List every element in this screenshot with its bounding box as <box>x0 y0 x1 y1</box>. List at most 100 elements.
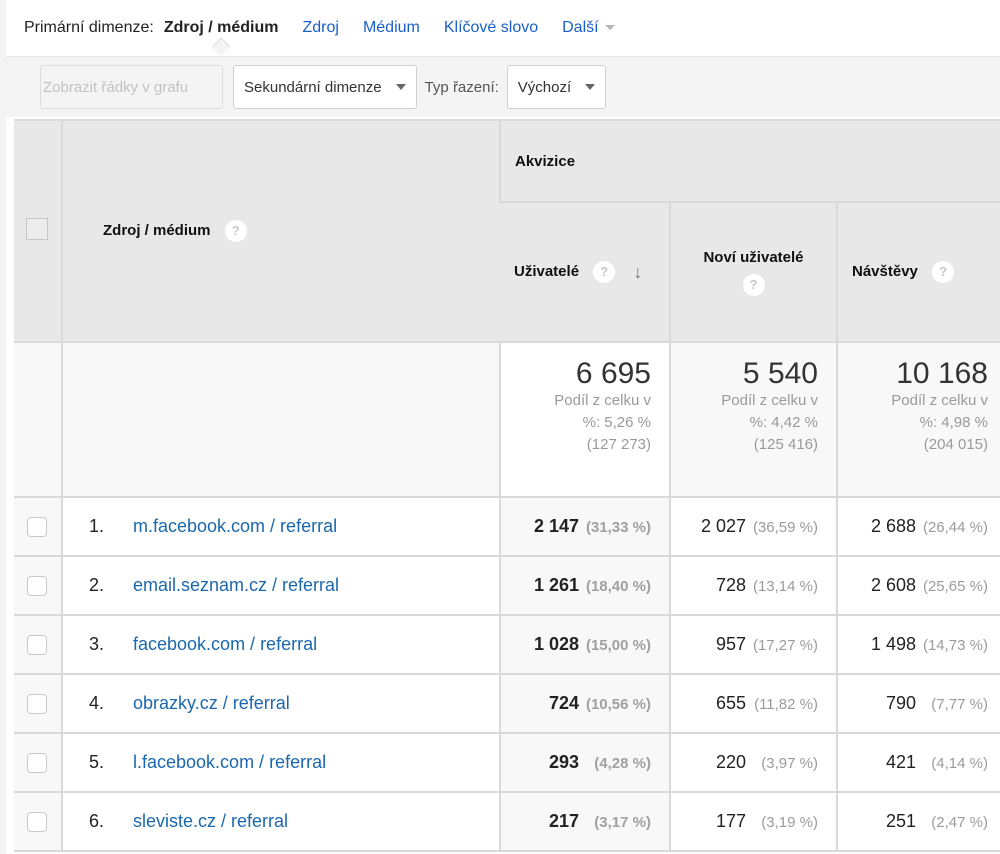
row-check-cell <box>14 614 62 675</box>
row-index: 6. <box>89 811 105 831</box>
users-cell: 217 (3,17 %) <box>499 791 670 852</box>
totals-check-cell <box>14 341 62 498</box>
row-checkbox[interactable] <box>27 576 47 597</box>
plot-rows-button[interactable]: Zobrazit řádky v grafu <box>40 65 223 109</box>
sort-type-dropdown[interactable]: Výchozí <box>506 65 607 109</box>
report-table: Zdroj / médium ? Akvizice Uživatelé ? ↓ … <box>14 119 1000 852</box>
dimension-option-keyword[interactable]: Klíčové slovo <box>444 19 538 37</box>
users-header-label: Uživatelé <box>514 262 580 280</box>
row-index: 3. <box>89 634 105 654</box>
dimension-column-header[interactable]: Zdroj / médium ? <box>61 119 500 343</box>
primary-dimension-active: Zdroj / médium <box>163 19 279 36</box>
users-cell: 1 028 (15,00 %) <box>499 614 670 675</box>
total-users-cell: 6 695 Podíl z celku v %: 5,26 % (127 273… <box>499 341 670 498</box>
source-medium-link[interactable]: obrazky.cz / referral <box>133 693 290 714</box>
users-value: 293 <box>548 752 579 772</box>
table-row: 1. m.facebook.com / referral 2 147 (31,33 %… <box>14 496 1000 557</box>
dimension-option-medium[interactable]: Médium <box>363 19 420 37</box>
row-index: 4. <box>89 693 105 713</box>
help-icon[interactable]: ? <box>932 261 955 283</box>
new-users-column-header[interactable]: Noví uživatelé ? <box>669 201 837 343</box>
help-icon[interactable]: ? <box>593 261 616 283</box>
row-index: 5. <box>89 752 105 772</box>
source-medium-link[interactable]: l.facebook.com / referral <box>133 752 326 773</box>
total-share-line1: Podíl z celku v <box>891 392 988 409</box>
select-all-checkbox[interactable] <box>26 218 48 240</box>
visits-value: 1 498 <box>870 634 916 654</box>
caret-down-icon <box>585 84 596 90</box>
table-row: 6. sleviste.cz / referral 217 (3,17 %) 177 (3… <box>14 791 1000 852</box>
new-users-value: 177 <box>715 811 746 831</box>
new-users-cell: 655 (11,82 %) <box>669 673 837 734</box>
new-users-header-label: Noví uživatelé <box>703 248 804 266</box>
dimension-option-zdroj[interactable]: Zdroj <box>303 19 339 37</box>
source-medium-cell: 2. email.seznam.cz / referral <box>61 555 500 616</box>
sort-descending-icon[interactable]: ↓ <box>633 262 642 283</box>
row-check-cell <box>14 732 62 793</box>
total-share-overall: (204 015) <box>923 436 988 453</box>
new-users-cell: 220 (3,97 %) <box>669 732 837 793</box>
total-visits-cell: 10 168 Podíl z celku v %: 4,98 % (204 01… <box>836 341 1000 498</box>
new-users-percent: (3,97 %) <box>761 755 818 772</box>
dimension-more-dropdown[interactable]: Další <box>562 19 615 37</box>
total-share-line2: %: 4,42 % <box>749 414 818 431</box>
total-share-line2: %: 5,26 % <box>582 414 651 431</box>
visits-percent: (26,44 %) <box>922 519 988 536</box>
source-medium-link[interactable]: sleviste.cz / referral <box>133 811 288 832</box>
sort-type-value: Výchozí <box>517 78 572 96</box>
visits-value: 2 688 <box>870 516 916 536</box>
users-percent: (15,00 %) <box>585 637 651 654</box>
total-value: 10 168 <box>896 357 988 390</box>
acquisition-group-header: Akvizice <box>499 119 1000 203</box>
source-medium-cell: 4. obrazky.cz / referral <box>61 673 500 734</box>
source-medium-cell: 5. l.facebook.com / referral <box>61 732 500 793</box>
total-share-line2: %: 4,98 % <box>919 414 988 431</box>
visits-percent: (2,47 %) <box>931 814 988 831</box>
users-cell: 1 261 (18,40 %) <box>499 555 670 616</box>
primary-dimension-bar: Primární dimenze: Zdroj / médium Zdroj M… <box>6 0 1000 57</box>
source-medium-link[interactable]: m.facebook.com / referral <box>133 516 337 537</box>
row-check-cell <box>14 673 62 734</box>
new-users-cell: 728 (13,14 %) <box>669 555 837 616</box>
users-column-header[interactable]: Uživatelé ? ↓ <box>500 201 670 343</box>
primary-dimension-label: Primární dimenze: <box>24 19 154 36</box>
table-toolbar: Zobrazit řádky v grafu Sekundární dimenz… <box>6 57 1000 117</box>
visits-percent: (14,73 %) <box>922 637 988 654</box>
total-value: 6 695 <box>575 357 651 390</box>
users-cell: 293 (4,28 %) <box>499 732 670 793</box>
new-users-value: 728 <box>715 575 746 595</box>
row-check-cell <box>14 791 62 852</box>
new-users-cell: 957 (17,27 %) <box>669 614 837 675</box>
table-row: 4. obrazky.cz / referral 724 (10,56 %) 655 (1… <box>14 673 1000 734</box>
row-check-cell <box>14 496 62 557</box>
source-medium-link[interactable]: email.seznam.cz / referral <box>133 575 339 596</box>
total-new-users-cell: 5 540 Podíl z celku v %: 4,42 % (125 416… <box>669 341 837 498</box>
source-medium-link[interactable]: facebook.com / referral <box>133 634 317 655</box>
users-value: 2 147 <box>533 516 579 536</box>
help-icon[interactable]: ? <box>224 220 247 242</box>
users-percent: (3,17 %) <box>594 814 651 831</box>
row-checkbox[interactable] <box>27 812 47 833</box>
total-share-overall: (125 416) <box>753 436 818 453</box>
visits-column-header[interactable]: Návštěvy ? <box>836 201 1000 343</box>
row-checkbox[interactable] <box>27 694 47 715</box>
new-users-value: 2 027 <box>700 516 746 536</box>
new-users-percent: (11,82 %) <box>754 696 818 713</box>
visits-cell: 251 (2,47 %) <box>836 791 1000 852</box>
visits-cell: 2 608 (25,65 %) <box>836 555 1000 616</box>
row-checkbox[interactable] <box>27 635 47 656</box>
row-checkbox[interactable] <box>27 753 47 774</box>
row-checkbox[interactable] <box>27 517 47 538</box>
sort-type-label: Typ řazení: <box>424 78 499 96</box>
users-percent: (31,33 %) <box>585 519 651 536</box>
visits-cell: 2 688 (26,44 %) <box>836 496 1000 557</box>
users-value: 1 261 <box>533 575 579 595</box>
new-users-value: 220 <box>715 752 746 772</box>
row-check-cell <box>14 555 62 616</box>
secondary-dimension-dropdown[interactable]: Sekundární dimenze <box>233 65 417 109</box>
source-medium-cell: 3. facebook.com / referral <box>61 614 500 675</box>
visits-value: 421 <box>885 752 916 772</box>
help-icon[interactable]: ? <box>742 273 765 296</box>
new-users-percent: (13,14 %) <box>752 578 818 595</box>
visits-percent: (4,14 %) <box>931 755 988 772</box>
